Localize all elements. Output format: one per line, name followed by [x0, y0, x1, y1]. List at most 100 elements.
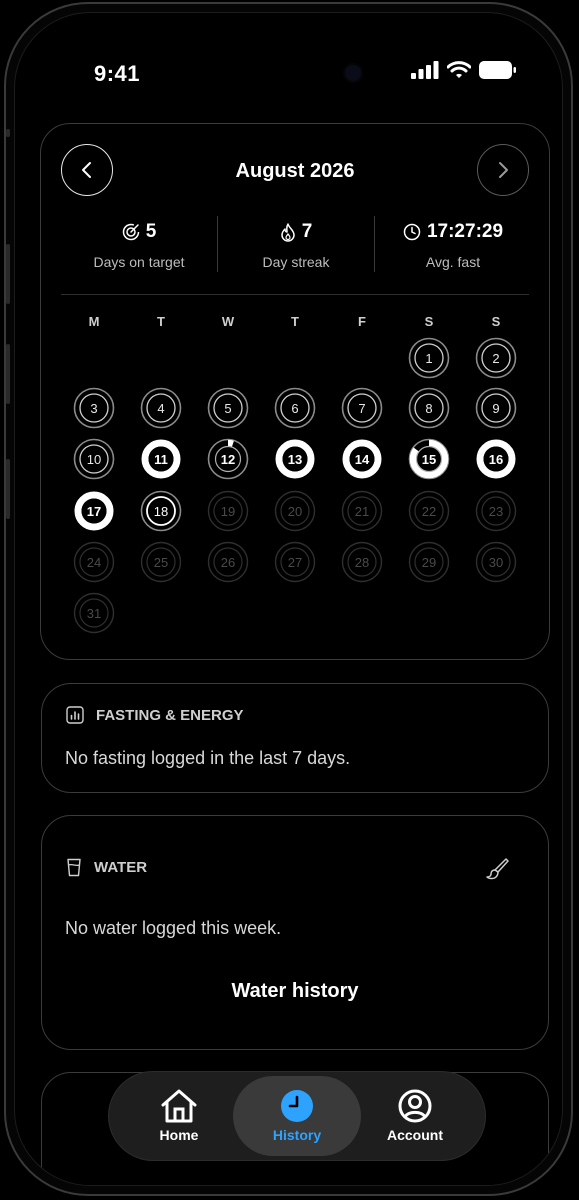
day-number: 6: [291, 400, 299, 416]
battery-icon: [479, 61, 516, 79]
calendar-day[interactable]: 8: [408, 387, 450, 429]
tab-home[interactable]: Home: [115, 1076, 243, 1156]
day-number: 10: [86, 451, 102, 467]
day-number: 5: [224, 400, 232, 416]
calendar-day[interactable]: 13: [274, 438, 316, 480]
day-number: 3: [90, 400, 98, 416]
target-icon: [122, 223, 139, 241]
calendar-divider: [61, 294, 529, 295]
phone-frame: 9:41 August 2026 5 Days on target 7 Day …: [4, 2, 573, 1196]
calendar-day[interactable]: 20: [274, 490, 316, 532]
day-number: 14: [354, 451, 370, 467]
tab-home-label: Home: [159, 1127, 199, 1143]
tab-account-label: Account: [387, 1127, 443, 1143]
calendar-day[interactable]: 29: [408, 541, 450, 583]
home-icon: [161, 1089, 197, 1123]
bar-chart-icon: [66, 706, 84, 724]
day-number: 22: [421, 503, 437, 519]
calendar-day[interactable]: 17: [73, 490, 115, 532]
weekday-label: M: [88, 314, 100, 329]
day-number: 23: [488, 503, 504, 519]
calendar-day[interactable]: 18: [140, 490, 182, 532]
calendar-day[interactable]: 23: [475, 490, 517, 532]
power-button: [6, 459, 10, 519]
day-number: 24: [86, 554, 102, 570]
side-button: [6, 129, 10, 137]
calendar-day[interactable]: 21: [341, 490, 383, 532]
day-number: 17: [86, 503, 102, 519]
status-time: 9:41: [94, 61, 141, 86]
cellular-signal-icon: [411, 61, 439, 79]
weekday-label: S: [491, 314, 501, 329]
front-camera: [345, 65, 361, 81]
calendar-day[interactable]: 24: [73, 541, 115, 583]
day-number: 12: [220, 451, 236, 467]
calendar-day[interactable]: 11: [140, 438, 182, 480]
stat-value: 5: [145, 221, 157, 242]
water-empty-message: No water logged this week.: [65, 918, 282, 938]
calendar-day[interactable]: 4: [140, 387, 182, 429]
day-number: 31: [86, 605, 102, 621]
calendar-day[interactable]: 6: [274, 387, 316, 429]
tab-history-label: History: [272, 1127, 322, 1143]
calendar-card: August 2026 5 Days on target 7 Day strea…: [40, 123, 550, 660]
status-icons: [411, 61, 517, 79]
day-number: 29: [421, 554, 437, 570]
day-number: 25: [153, 554, 169, 570]
day-number: 9: [492, 400, 500, 416]
stat-value: 7: [301, 221, 313, 242]
calendar-day[interactable]: 10: [73, 438, 115, 480]
volume-down-button: [6, 344, 10, 404]
screen: 9:41 August 2026 5 Days on target 7 Day …: [14, 12, 563, 1186]
calendar-day[interactable]: 1: [408, 337, 450, 379]
tab-history[interactable]: History: [233, 1076, 361, 1156]
flame-icon: [280, 222, 295, 242]
stat-days-on-target: 5 Days on target: [61, 220, 217, 270]
fasting-energy-header: FASTING & ENERGY: [66, 706, 244, 724]
month-title: August 2026: [235, 160, 355, 182]
day-number: 19: [220, 503, 236, 519]
calendar-day[interactable]: 28: [341, 541, 383, 583]
day-number: 7: [358, 400, 366, 416]
calendar-day[interactable]: 5: [207, 387, 249, 429]
water-history-link[interactable]: Water history: [42, 980, 548, 1003]
tab-account[interactable]: Account: [351, 1076, 479, 1156]
water-card: WATER No water logged this week. Water h…: [41, 815, 549, 1050]
weekday-label: S: [424, 314, 434, 329]
day-number: 30: [488, 554, 504, 570]
calendar-day[interactable]: 19: [207, 490, 249, 532]
day-number: 1: [425, 350, 433, 366]
fasting-energy-title: FASTING & ENERGY: [96, 706, 244, 724]
stat-label: Avg. fast: [425, 254, 481, 270]
weekday-label: F: [358, 314, 366, 329]
calendar-day[interactable]: 27: [274, 541, 316, 583]
weekday-label: T: [157, 314, 165, 329]
calendar-day[interactable]: 16: [475, 438, 517, 480]
wifi-icon: [447, 61, 471, 78]
water-header: WATER: [66, 858, 147, 877]
calendar-day[interactable]: 31: [73, 592, 115, 634]
day-number: 15: [421, 451, 437, 467]
stat-value: 17:27:29: [426, 221, 504, 242]
calendar-day[interactable]: 26: [207, 541, 249, 583]
day-number: 27: [287, 554, 303, 570]
weekday-label: W: [221, 314, 235, 329]
stat-label: Days on target: [93, 254, 185, 270]
calendar-day[interactable]: 14: [341, 438, 383, 480]
calendar-day[interactable]: 15: [408, 438, 450, 480]
calendar-day[interactable]: 22: [408, 490, 450, 532]
calendar-day[interactable]: 30: [475, 541, 517, 583]
weekday-label: T: [291, 314, 299, 329]
calendar-day[interactable]: 9: [475, 387, 517, 429]
calendar-day[interactable]: 25: [140, 541, 182, 583]
next-month-button[interactable]: [477, 144, 529, 196]
chevron-right-icon: [499, 162, 508, 178]
water-edit-button[interactable]: [482, 854, 512, 884]
calendar-day[interactable]: 3: [73, 387, 115, 429]
day-number: 20: [287, 503, 303, 519]
glass-icon: [67, 858, 81, 877]
calendar-day[interactable]: 7: [341, 387, 383, 429]
calendar-day[interactable]: 12: [207, 438, 249, 480]
brush-icon: [486, 858, 509, 880]
calendar-day[interactable]: 2: [475, 337, 517, 379]
